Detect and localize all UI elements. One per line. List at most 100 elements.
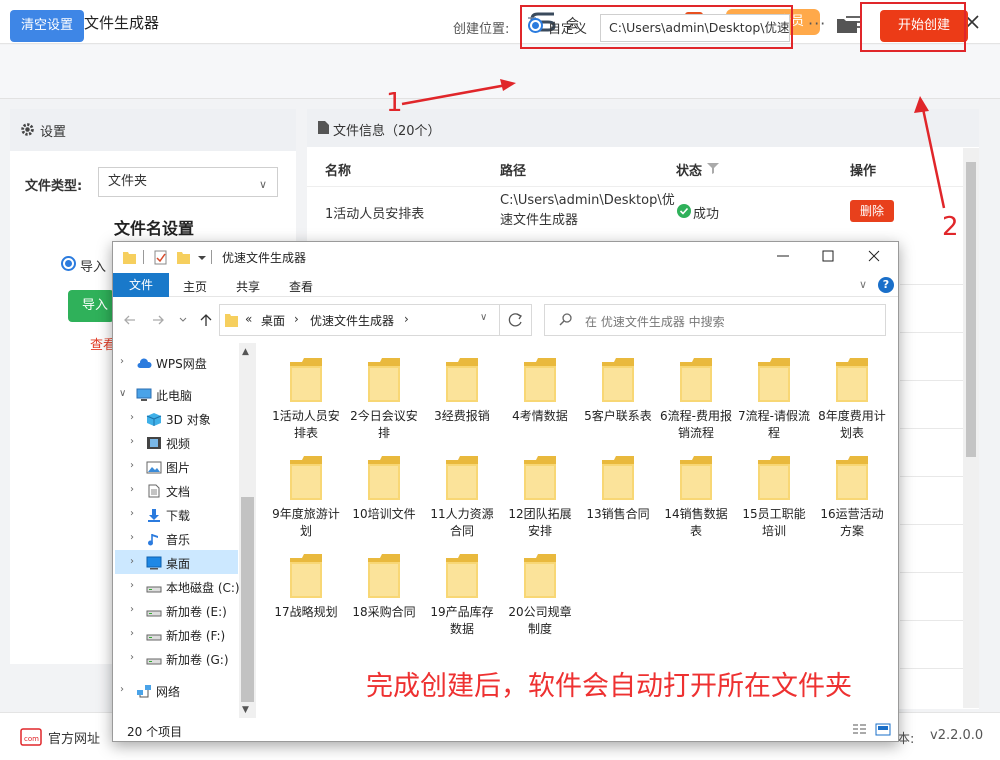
nav-item[interactable]: 新加卷 (F:)	[166, 627, 225, 644]
folder-icon	[756, 356, 792, 404]
breadcrumb-back[interactable]: «	[245, 312, 252, 326]
folder-item[interactable]: 5客户联系表	[582, 356, 654, 425]
folder-item[interactable]: 18采购合同	[348, 552, 420, 621]
address-dropdown-icon[interactable]: ∨	[480, 312, 487, 323]
explorer-title: 优速文件生成器	[222, 251, 307, 265]
folder-item[interactable]: 2今日会议安排	[348, 356, 420, 442]
folder-label: 1活动人员安排表	[272, 409, 340, 440]
folder-label: 15员工职能培训	[742, 507, 806, 538]
folder-item[interactable]: 12团队拓展安排	[504, 454, 576, 540]
nav-item[interactable]: 视频	[166, 435, 190, 452]
chevron-down-icon[interactable]: ∨	[119, 388, 126, 399]
folder-item[interactable]: 3经费报销	[426, 356, 498, 425]
folder-icon	[225, 314, 238, 327]
chevron-right-icon[interactable]: ›	[130, 580, 134, 591]
scroll-down-icon[interactable]: ▼	[242, 705, 249, 715]
chevron-right-icon[interactable]: ›	[130, 532, 134, 543]
video-icon	[146, 436, 162, 450]
nav-item[interactable]: 图片	[166, 459, 190, 476]
folder-item[interactable]: 15员工职能培训	[738, 454, 810, 540]
step-marker-2: 2	[942, 212, 959, 242]
breadcrumb-current[interactable]: 优速文件生成器	[310, 312, 394, 329]
nav-item[interactable]: 桌面	[166, 555, 190, 572]
chevron-right-icon[interactable]: ›	[130, 604, 134, 615]
nav-item[interactable]: 3D 对象	[166, 411, 211, 428]
help-icon[interactable]: ?	[878, 277, 894, 293]
folder-icon	[834, 454, 870, 502]
annotation-text: 完成创建后，软件会自动打开所在文件夹	[366, 671, 852, 702]
tab-home[interactable]: 主页	[183, 278, 207, 295]
folder-item[interactable]: 16运营活动方案	[816, 454, 888, 540]
nav-item[interactable]: 下载	[166, 507, 190, 524]
chevron-right-icon[interactable]: ›	[130, 628, 134, 639]
folder-item[interactable]: 8年度费用计划表	[816, 356, 888, 442]
pc-icon	[136, 388, 152, 402]
folder-item[interactable]: 19产品库存数据	[426, 552, 498, 638]
folder-item[interactable]: 17战略规划	[270, 552, 342, 621]
folder-item[interactable]: 20公司规章制度	[504, 552, 576, 638]
folder-label: 17战略规划	[274, 605, 338, 619]
folder-item[interactable]: 6流程-费用报销流程	[660, 356, 732, 442]
folder-label: 11人力资源合同	[430, 507, 494, 538]
folder-item[interactable]: 9年度旅游计划	[270, 454, 342, 540]
chevron-right-icon[interactable]: ›	[120, 356, 124, 367]
chevron-right-icon[interactable]: ›	[130, 484, 134, 495]
tab-file[interactable]: 文件	[113, 273, 169, 297]
folder-label: 13销售合同	[586, 507, 650, 521]
nav-item[interactable]: 新加卷 (E:)	[166, 603, 227, 620]
scroll-up-icon[interactable]: ▲	[242, 347, 249, 357]
folder-icon	[678, 454, 714, 502]
document-icon	[146, 484, 162, 498]
explorer-close-icon[interactable]	[866, 248, 882, 264]
folder-label: 4考情数据	[512, 409, 568, 423]
chevron-right-icon[interactable]: ›	[120, 684, 124, 695]
folder-item[interactable]: 13销售合同	[582, 454, 654, 523]
breadcrumb-separator: ›	[294, 312, 299, 326]
cloud-icon	[136, 356, 152, 370]
nav-item[interactable]: 新加卷 (G:)	[166, 651, 229, 668]
nav-item[interactable]: 本地磁盘 (C:)	[166, 579, 240, 596]
drive-icon	[146, 652, 162, 666]
explorer-minimize-icon[interactable]	[775, 248, 791, 264]
folder-icon	[756, 454, 792, 502]
chevron-right-icon[interactable]: ›	[130, 652, 134, 663]
nav-item[interactable]: 文档	[166, 483, 190, 500]
3d-objects-icon	[146, 412, 162, 426]
folder-item[interactable]: 4考情数据	[504, 356, 576, 425]
music-icon	[146, 532, 162, 546]
nav-item[interactable]: 网络	[156, 683, 180, 700]
nav-scroll-thumb[interactable]	[241, 497, 254, 702]
breadcrumb-separator: ›	[404, 312, 409, 326]
folder-item[interactable]: 10培训文件	[348, 454, 420, 523]
folder-item[interactable]: 14销售数据表	[660, 454, 732, 540]
chevron-right-icon[interactable]: ›	[130, 508, 134, 519]
chevron-right-icon[interactable]: ›	[130, 436, 134, 447]
nav-item[interactable]: 音乐	[166, 531, 190, 548]
folder-label: 18采购合同	[352, 605, 416, 619]
folder-label: 19产品库存数据	[430, 605, 494, 636]
folder-item[interactable]: 11人力资源合同	[426, 454, 498, 540]
navigation-arrows[interactable]	[122, 312, 214, 328]
tab-view[interactable]: 查看	[289, 278, 313, 295]
folder-label: 9年度旅游计划	[272, 507, 340, 538]
nav-item[interactable]: WPS网盘	[156, 355, 207, 372]
breadcrumb-desktop[interactable]: 桌面	[261, 312, 285, 329]
explorer-maximize-icon[interactable]	[820, 248, 836, 264]
tab-share[interactable]: 共享	[236, 278, 260, 295]
chevron-right-icon[interactable]: ›	[130, 556, 134, 567]
drive-icon	[146, 580, 162, 594]
view-mode-icons[interactable]	[852, 723, 892, 737]
folder-icon	[288, 454, 324, 502]
folder-item[interactable]: 7流程-请假流程	[738, 356, 810, 442]
nav-item[interactable]: 此电脑	[156, 387, 192, 404]
explorer-ribbon	[113, 273, 898, 297]
picture-icon	[146, 460, 162, 474]
chevron-right-icon[interactable]: ›	[130, 412, 134, 423]
quick-access-toolbar[interactable]	[121, 248, 217, 266]
folder-icon	[444, 454, 480, 502]
refresh-button[interactable]	[500, 304, 532, 336]
folder-item[interactable]: 1活动人员安排表	[270, 356, 342, 442]
ribbon-expand-icon[interactable]: ∨	[859, 278, 867, 291]
chevron-right-icon[interactable]: ›	[130, 460, 134, 471]
network-icon	[136, 684, 152, 698]
